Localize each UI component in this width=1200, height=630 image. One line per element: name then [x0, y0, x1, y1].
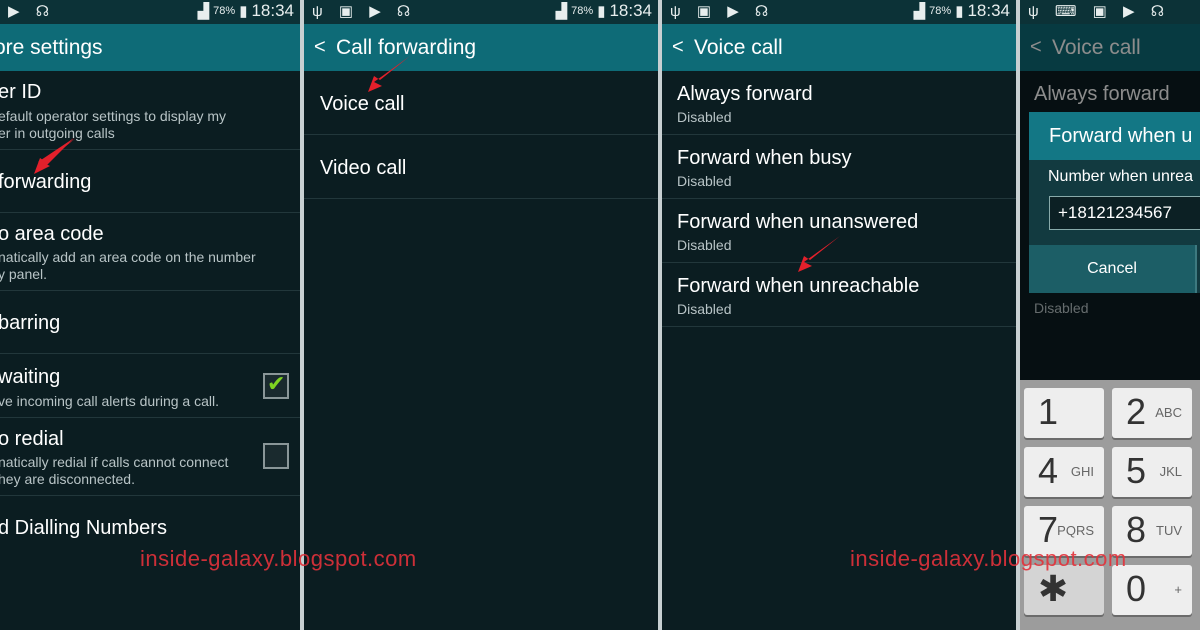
auto-area-code-item[interactable]: o area code natically add an area code o… — [0, 213, 300, 291]
signal-icon: ▟ — [197, 3, 210, 20]
forward-when-busy-item[interactable]: Forward when busy Disabled — [662, 135, 1016, 199]
call-waiting-item[interactable]: waiting ve incoming call alerts during a… — [0, 354, 300, 418]
watermark: inside-galaxy.blogspot.com — [850, 546, 1127, 571]
status-bar: ψ ▣ ▶ ☊ ▟ 78% ▮ 18:34 — [304, 0, 658, 24]
header: < Call forwarding — [304, 24, 658, 71]
page-title: ore settings — [0, 36, 103, 59]
red-arrow-icon — [368, 56, 410, 92]
auto-redial-checkbox[interactable] — [263, 443, 289, 469]
key-5[interactable]: 5 JKL — [1112, 447, 1192, 497]
more-settings-screen: ▶ ☊ ▟ 78% ▮ 18:34 ore settings er ID efault… — [0, 0, 300, 630]
back-icon[interactable]: < — [672, 24, 684, 71]
battery-icon: ▮ — [955, 3, 964, 20]
page-title: Voice call — [694, 36, 783, 59]
status-bar: ▶ ☊ ▟ 78% ▮ 18:34 — [0, 0, 300, 24]
dialog-title: Forward when u — [1029, 112, 1200, 160]
signal-icon: ▟ — [555, 3, 568, 20]
notification-icons: ψ ⌨ ▣ ▶ ☊ — [1028, 3, 1171, 20]
red-arrow-icon — [798, 236, 840, 272]
header: < Voice call — [662, 24, 1016, 71]
voice-call-screen: ψ ▣ ▶ ☊ ▟ 78% ▮ 18:34 < Voice call Always fo… — [662, 0, 1016, 630]
key-2[interactable]: 2 ABC — [1112, 388, 1192, 438]
forward-dialog-screen: ψ ⌨ ▣ ▶ ☊ < Voice call Always forward Dis… — [1020, 0, 1200, 630]
dialog-label: Number when unrea — [1048, 168, 1193, 185]
watermark: inside-galaxy.blogspot.com — [140, 546, 417, 571]
key-0[interactable]: 0 + — [1112, 565, 1192, 615]
cancel-button[interactable]: Cancel — [1029, 245, 1197, 293]
back-icon[interactable]: < — [314, 24, 326, 71]
forward-dialog: Forward when u Number when unrea +181212… — [1029, 112, 1200, 293]
signal-icon: ▟ — [913, 3, 926, 20]
status-bar: ψ ▣ ▶ ☊ ▟ 78% ▮ 18:34 — [662, 0, 1016, 24]
red-arrow-icon — [34, 138, 76, 174]
auto-redial-item[interactable]: o redial natically redial if calls canno… — [0, 418, 300, 496]
call-forwarding-screen: ψ ▣ ▶ ☊ ▟ 78% ▮ 18:34 < Call forwarding Voic… — [304, 0, 658, 630]
key-star[interactable]: ✱ — [1024, 565, 1104, 615]
notification-icons: ψ ▣ ▶ ☊ — [312, 3, 417, 20]
notification-icons: ▶ ☊ — [8, 3, 56, 20]
phone-number-input[interactable]: +18121234567 — [1049, 196, 1200, 230]
always-forward-item[interactable]: Always forward Disabled — [662, 71, 1016, 135]
video-call-item[interactable]: Video call — [304, 135, 658, 199]
battery-icon: ▮ — [597, 3, 606, 20]
key-1[interactable]: 1 — [1024, 388, 1104, 438]
header: ore settings — [0, 24, 300, 71]
notification-icons: ψ ▣ ▶ ☊ — [670, 3, 775, 20]
key-4[interactable]: 4 GHI — [1024, 447, 1104, 497]
call-barring-item[interactable]: barring — [0, 291, 300, 354]
dial-keypad: 1 2 ABC 4 GHI 5 JKL 7 PQRS 8 TUV ✱ 0 + — [1020, 380, 1200, 630]
battery-icon: ▮ — [239, 3, 248, 20]
call-waiting-checkbox[interactable] — [263, 371, 289, 399]
status-bar: ψ ⌨ ▣ ▶ ☊ — [1020, 0, 1200, 24]
voice-call-item[interactable]: Voice call — [304, 71, 658, 135]
